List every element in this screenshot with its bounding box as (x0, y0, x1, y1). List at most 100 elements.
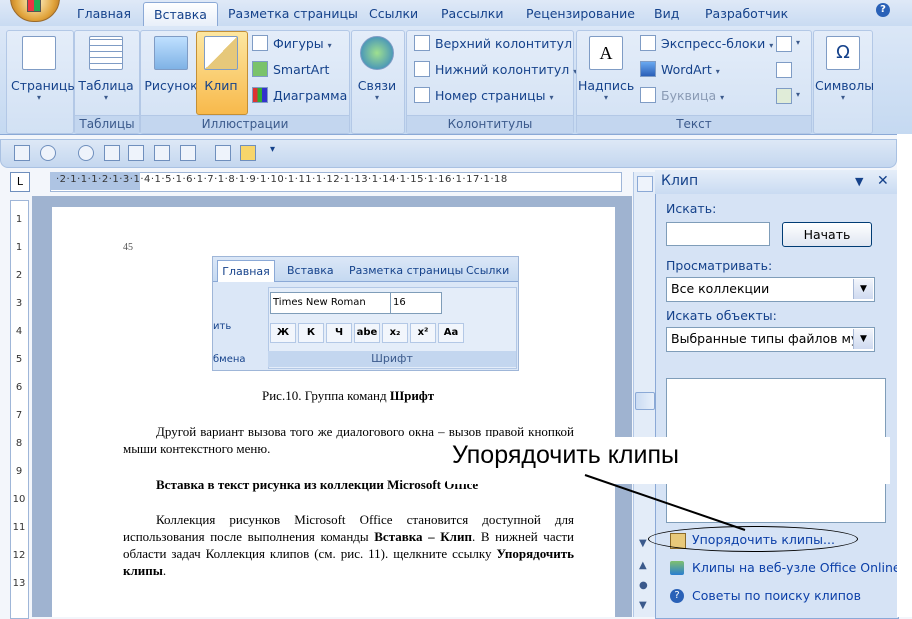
emb-format-button: К (298, 323, 324, 343)
symbols-label: Символы (815, 78, 875, 93)
group-label-text: Текст (577, 115, 811, 133)
tab-review[interactable]: Рецензирование (526, 4, 635, 26)
undo-icon[interactable] (40, 145, 56, 161)
emb-tab-home: Главная (217, 260, 275, 282)
footer-button[interactable]: Нижний колонтитул ▾ (414, 60, 577, 80)
paragraph-2: Коллекция рисунков Microsoft Office стан… (123, 511, 574, 579)
help-tips-icon[interactable]: ? (670, 589, 684, 603)
page-number-button[interactable]: Номер страницы ▾ (414, 86, 554, 106)
signature-icon[interactable] (776, 36, 792, 52)
view-ruler-icon[interactable] (637, 176, 653, 192)
office-online-link[interactable]: Клипы на веб-узле Office Online (692, 560, 901, 575)
chevron-down-icon: ▾ (36, 93, 41, 102)
save-icon[interactable] (14, 145, 30, 161)
shapes-label: Фигуры (273, 36, 324, 51)
emb-format-button: x₂ (382, 323, 408, 343)
para2-text: . (162, 563, 167, 578)
table-button[interactable]: Таблица ▾ (78, 36, 134, 102)
chevron-down-icon: ▾ (374, 93, 379, 102)
vertical-ruler-mark: 7 (15, 410, 23, 421)
vertical-ruler-mark: 4 (15, 326, 23, 337)
open-icon[interactable] (240, 145, 256, 161)
tab-home[interactable]: Главная (77, 4, 131, 26)
media-types-select[interactable]: Выбранные типы файлов муль ▼ (666, 327, 875, 352)
smartart-icon (252, 61, 268, 77)
collections-select[interactable]: Все коллекции ▼ (666, 277, 875, 302)
close-icon[interactable]: ✕ (877, 173, 889, 189)
group-label-illustrations: Иллюстрации (141, 115, 349, 133)
clip-label: Клип (204, 78, 238, 93)
tab-selector[interactable]: L (10, 172, 30, 192)
chevron-down-icon: ▾ (796, 90, 801, 99)
print-preview-icon[interactable] (104, 145, 120, 161)
draw-table-icon[interactable] (215, 145, 231, 161)
chevron-down-icon[interactable]: ▼ (853, 279, 873, 299)
header-icon (414, 35, 430, 51)
tab-references[interactable]: Ссылки (369, 4, 418, 26)
header-button[interactable]: Верхний колонтитул ▾ (414, 34, 580, 54)
task-pane-title: Клип (661, 173, 699, 189)
smartart-button[interactable]: SmartArt (252, 60, 329, 80)
search-tips-link[interactable]: Советы по поиску клипов (692, 588, 861, 603)
footer-icon (414, 61, 430, 77)
objects-label: Искать объекты: (666, 308, 777, 323)
pages-label: Страницы (11, 78, 78, 93)
object-icon[interactable] (776, 88, 792, 104)
picture-button[interactable]: Рисунок (143, 36, 199, 93)
chevron-down-icon[interactable]: ▼ (853, 329, 873, 349)
start-button[interactable]: Начать (782, 222, 872, 247)
datetime-icon[interactable] (776, 62, 792, 78)
caption-bold: Шрифт (389, 388, 435, 403)
clip-icon (204, 36, 238, 70)
callout-text: Упорядочить клипы (452, 441, 679, 469)
embedded-font-screenshot: Главная Вставка Разметка страницы Ссылки… (212, 256, 519, 371)
quickparts-label: Экспресс-блоки (661, 36, 766, 51)
customize-toolbar-icon[interactable]: ▾ (270, 144, 275, 155)
vertical-ruler-mark: 1 (15, 242, 23, 253)
browse-object-icon[interactable]: ● (639, 580, 648, 591)
spelling-icon[interactable] (154, 145, 170, 161)
search-label: Искать: (666, 201, 717, 216)
tab-mailings[interactable]: Рассылки (441, 4, 503, 26)
quickparts-icon (640, 35, 656, 51)
tab-page-layout[interactable]: Разметка страницы (228, 4, 358, 26)
emb-format-button: Ж (270, 323, 296, 343)
quickparts-button[interactable]: Экспресс-блоки ▾ (640, 34, 773, 54)
next-page-icon[interactable]: ▼ (639, 600, 647, 611)
wordart-button[interactable]: WordArt ▾ (640, 60, 720, 80)
chevron-down-icon: ▾ (769, 41, 774, 50)
callout-arrow (584, 474, 746, 531)
dropcap-button[interactable]: Буквица ▾ (640, 86, 724, 106)
chart-button[interactable]: Диаграмма (252, 86, 347, 106)
shapes-button[interactable]: Фигуры ▾ (252, 34, 332, 54)
links-button[interactable]: Связи ▾ (349, 36, 405, 102)
font-icon[interactable] (180, 145, 196, 161)
caption-text: Рис.10. Группа команд (262, 388, 390, 403)
office-online-icon[interactable] (670, 561, 684, 575)
clip-button[interactable]: Клип (193, 36, 249, 93)
previous-page-icon[interactable]: ▲ (639, 560, 647, 571)
browse-label: Просматривать: (666, 258, 773, 273)
vertical-ruler-mark: 13 (12, 578, 26, 589)
scrollbar-thumb[interactable] (635, 392, 655, 410)
tab-insert[interactable]: Вставка (143, 2, 218, 27)
group-label-header-footer: Колонтитулы (407, 115, 573, 133)
tab-developer[interactable]: Разработчик (705, 4, 788, 26)
symbols-button[interactable]: Ω Символы ▾ (815, 36, 875, 102)
vertical-ruler-mark: 2 (15, 270, 23, 281)
pane-menu-icon[interactable]: ▼ (855, 175, 863, 188)
print-icon[interactable] (128, 145, 144, 161)
tab-view[interactable]: Вид (654, 4, 679, 26)
chart-icon (252, 87, 268, 103)
redo-icon[interactable] (78, 145, 94, 161)
vertical-ruler-mark: 3 (15, 298, 23, 309)
search-input[interactable] (666, 222, 770, 246)
textbox-button[interactable]: A Надпись ▾ (578, 36, 634, 102)
textbox-icon: A (589, 36, 623, 70)
background-strip (897, 134, 912, 617)
pages-button[interactable]: Страницы ▾ (11, 36, 78, 102)
textbox-label: Надпись (578, 78, 635, 93)
emb-tab-insert: Вставка (287, 264, 334, 277)
help-icon[interactable]: ? (876, 3, 890, 17)
collections-value: Все коллекции (671, 281, 770, 296)
